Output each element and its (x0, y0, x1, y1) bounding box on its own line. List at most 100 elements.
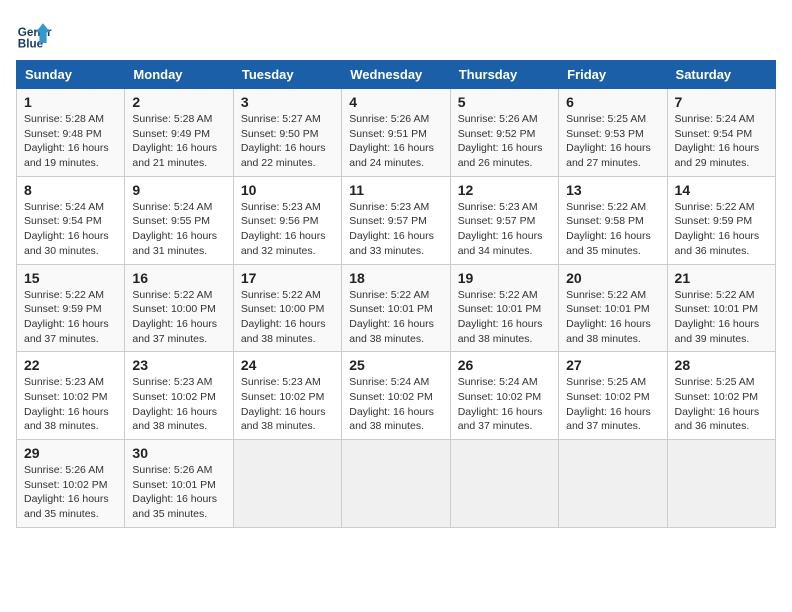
calendar-week-row: 15 Sunrise: 5:22 AM Sunset: 9:59 PM Dayl… (17, 264, 776, 352)
day-number: 26 (458, 357, 551, 373)
day-number: 27 (566, 357, 659, 373)
day-number: 7 (675, 94, 768, 110)
day-number: 30 (132, 445, 225, 461)
calendar-cell: 26 Sunrise: 5:24 AM Sunset: 10:02 PM Day… (450, 352, 558, 440)
day-info: Sunrise: 5:25 AM Sunset: 10:02 PM Daylig… (675, 375, 768, 434)
calendar-cell: 9 Sunrise: 5:24 AM Sunset: 9:55 PM Dayli… (125, 176, 233, 264)
calendar-cell: 11 Sunrise: 5:23 AM Sunset: 9:57 PM Dayl… (342, 176, 450, 264)
day-info: Sunrise: 5:22 AM Sunset: 9:58 PM Dayligh… (566, 200, 659, 259)
day-number: 20 (566, 270, 659, 286)
day-number: 28 (675, 357, 768, 373)
calendar-cell: 30 Sunrise: 5:26 AM Sunset: 10:01 PM Day… (125, 440, 233, 528)
day-number: 14 (675, 182, 768, 198)
weekday-header-thursday: Thursday (450, 61, 558, 89)
calendar-cell: 25 Sunrise: 5:24 AM Sunset: 10:02 PM Day… (342, 352, 450, 440)
calendar-week-row: 22 Sunrise: 5:23 AM Sunset: 10:02 PM Day… (17, 352, 776, 440)
calendar-cell: 22 Sunrise: 5:23 AM Sunset: 10:02 PM Day… (17, 352, 125, 440)
weekday-header-row: SundayMondayTuesdayWednesdayThursdayFrid… (17, 61, 776, 89)
day-info: Sunrise: 5:23 AM Sunset: 9:57 PM Dayligh… (349, 200, 442, 259)
day-info: Sunrise: 5:28 AM Sunset: 9:48 PM Dayligh… (24, 112, 117, 171)
day-info: Sunrise: 5:23 AM Sunset: 9:56 PM Dayligh… (241, 200, 334, 259)
calendar-cell: 8 Sunrise: 5:24 AM Sunset: 9:54 PM Dayli… (17, 176, 125, 264)
day-info: Sunrise: 5:22 AM Sunset: 9:59 PM Dayligh… (675, 200, 768, 259)
day-number: 29 (24, 445, 117, 461)
calendar-cell: 24 Sunrise: 5:23 AM Sunset: 10:02 PM Day… (233, 352, 341, 440)
day-info: Sunrise: 5:26 AM Sunset: 10:02 PM Daylig… (24, 463, 117, 522)
calendar-cell: 17 Sunrise: 5:22 AM Sunset: 10:00 PM Day… (233, 264, 341, 352)
calendar-cell: 10 Sunrise: 5:23 AM Sunset: 9:56 PM Dayl… (233, 176, 341, 264)
weekday-header-tuesday: Tuesday (233, 61, 341, 89)
day-info: Sunrise: 5:28 AM Sunset: 9:49 PM Dayligh… (132, 112, 225, 171)
day-number: 16 (132, 270, 225, 286)
calendar-cell: 14 Sunrise: 5:22 AM Sunset: 9:59 PM Dayl… (667, 176, 775, 264)
day-number: 19 (458, 270, 551, 286)
weekday-header-wednesday: Wednesday (342, 61, 450, 89)
calendar-cell: 27 Sunrise: 5:25 AM Sunset: 10:02 PM Day… (559, 352, 667, 440)
calendar-cell: 15 Sunrise: 5:22 AM Sunset: 9:59 PM Dayl… (17, 264, 125, 352)
calendar-week-row: 1 Sunrise: 5:28 AM Sunset: 9:48 PM Dayli… (17, 89, 776, 177)
day-info: Sunrise: 5:22 AM Sunset: 9:59 PM Dayligh… (24, 288, 117, 347)
day-info: Sunrise: 5:22 AM Sunset: 10:00 PM Daylig… (132, 288, 225, 347)
day-info: Sunrise: 5:25 AM Sunset: 10:02 PM Daylig… (566, 375, 659, 434)
calendar-cell: 6 Sunrise: 5:25 AM Sunset: 9:53 PM Dayli… (559, 89, 667, 177)
page-header: General Blue (16, 16, 776, 52)
day-number: 10 (241, 182, 334, 198)
day-info: Sunrise: 5:23 AM Sunset: 10:02 PM Daylig… (24, 375, 117, 434)
day-info: Sunrise: 5:22 AM Sunset: 10:01 PM Daylig… (349, 288, 442, 347)
day-number: 2 (132, 94, 225, 110)
calendar-cell: 12 Sunrise: 5:23 AM Sunset: 9:57 PM Dayl… (450, 176, 558, 264)
day-info: Sunrise: 5:23 AM Sunset: 10:02 PM Daylig… (241, 375, 334, 434)
calendar-table: SundayMondayTuesdayWednesdayThursdayFrid… (16, 60, 776, 528)
calendar-cell (342, 440, 450, 528)
calendar-week-row: 8 Sunrise: 5:24 AM Sunset: 9:54 PM Dayli… (17, 176, 776, 264)
weekday-header-monday: Monday (125, 61, 233, 89)
day-number: 8 (24, 182, 117, 198)
logo: General Blue (16, 16, 52, 52)
day-info: Sunrise: 5:26 AM Sunset: 10:01 PM Daylig… (132, 463, 225, 522)
weekday-header-saturday: Saturday (667, 61, 775, 89)
day-info: Sunrise: 5:24 AM Sunset: 9:54 PM Dayligh… (24, 200, 117, 259)
day-number: 22 (24, 357, 117, 373)
day-info: Sunrise: 5:22 AM Sunset: 10:01 PM Daylig… (566, 288, 659, 347)
calendar-week-row: 29 Sunrise: 5:26 AM Sunset: 10:02 PM Day… (17, 440, 776, 528)
calendar-cell: 29 Sunrise: 5:26 AM Sunset: 10:02 PM Day… (17, 440, 125, 528)
day-info: Sunrise: 5:24 AM Sunset: 9:54 PM Dayligh… (675, 112, 768, 171)
day-number: 1 (24, 94, 117, 110)
day-number: 25 (349, 357, 442, 373)
day-number: 18 (349, 270, 442, 286)
day-number: 13 (566, 182, 659, 198)
day-info: Sunrise: 5:23 AM Sunset: 9:57 PM Dayligh… (458, 200, 551, 259)
calendar-cell: 21 Sunrise: 5:22 AM Sunset: 10:01 PM Day… (667, 264, 775, 352)
calendar-cell: 20 Sunrise: 5:22 AM Sunset: 10:01 PM Day… (559, 264, 667, 352)
day-info: Sunrise: 5:22 AM Sunset: 10:01 PM Daylig… (675, 288, 768, 347)
calendar-cell: 16 Sunrise: 5:22 AM Sunset: 10:00 PM Day… (125, 264, 233, 352)
day-info: Sunrise: 5:25 AM Sunset: 9:53 PM Dayligh… (566, 112, 659, 171)
calendar-cell: 5 Sunrise: 5:26 AM Sunset: 9:52 PM Dayli… (450, 89, 558, 177)
day-info: Sunrise: 5:24 AM Sunset: 10:02 PM Daylig… (349, 375, 442, 434)
day-number: 24 (241, 357, 334, 373)
logo-icon: General Blue (16, 16, 52, 52)
calendar-cell: 1 Sunrise: 5:28 AM Sunset: 9:48 PM Dayli… (17, 89, 125, 177)
day-number: 11 (349, 182, 442, 198)
day-number: 4 (349, 94, 442, 110)
day-number: 21 (675, 270, 768, 286)
day-number: 12 (458, 182, 551, 198)
day-info: Sunrise: 5:24 AM Sunset: 10:02 PM Daylig… (458, 375, 551, 434)
calendar-cell (559, 440, 667, 528)
calendar-cell: 4 Sunrise: 5:26 AM Sunset: 9:51 PM Dayli… (342, 89, 450, 177)
calendar-cell: 23 Sunrise: 5:23 AM Sunset: 10:02 PM Day… (125, 352, 233, 440)
day-info: Sunrise: 5:23 AM Sunset: 10:02 PM Daylig… (132, 375, 225, 434)
day-number: 17 (241, 270, 334, 286)
day-number: 6 (566, 94, 659, 110)
calendar-cell: 2 Sunrise: 5:28 AM Sunset: 9:49 PM Dayli… (125, 89, 233, 177)
calendar-cell (450, 440, 558, 528)
day-number: 9 (132, 182, 225, 198)
calendar-cell (233, 440, 341, 528)
day-number: 23 (132, 357, 225, 373)
day-info: Sunrise: 5:26 AM Sunset: 9:52 PM Dayligh… (458, 112, 551, 171)
weekday-header-sunday: Sunday (17, 61, 125, 89)
calendar-cell: 18 Sunrise: 5:22 AM Sunset: 10:01 PM Day… (342, 264, 450, 352)
day-info: Sunrise: 5:22 AM Sunset: 10:01 PM Daylig… (458, 288, 551, 347)
calendar-cell (667, 440, 775, 528)
day-info: Sunrise: 5:24 AM Sunset: 9:55 PM Dayligh… (132, 200, 225, 259)
